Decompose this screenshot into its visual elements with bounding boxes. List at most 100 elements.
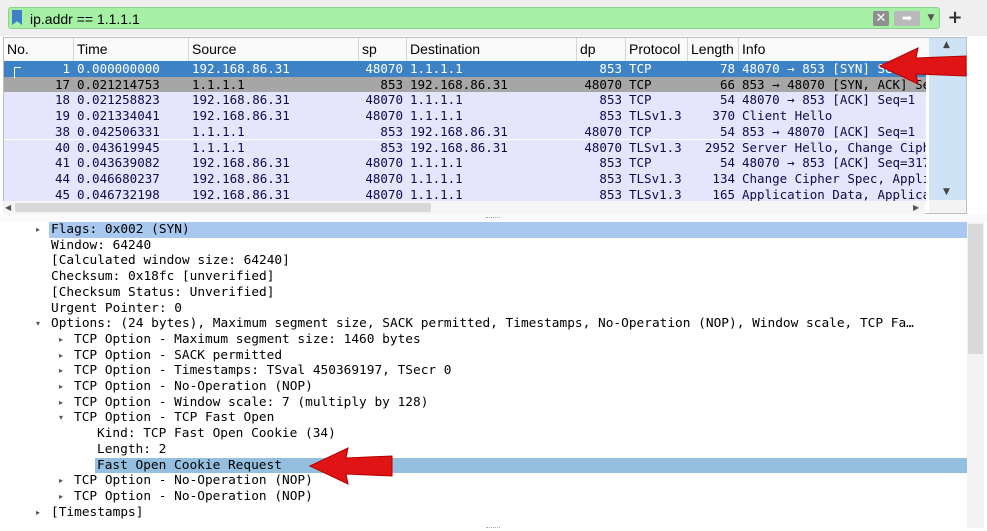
collapsed-chevron-icon[interactable]: ▸ (56, 379, 66, 395)
display-filter-text[interactable]: ip.addr == 1.1.1.1 (30, 10, 140, 28)
packet-row[interactable]: 45 0.046732198 192.168.86.31 48070 1.1.1.1 85… (4, 186, 926, 203)
cell-dp: 853 (599, 186, 622, 202)
tree-item[interactable]: Fast Open Cookie Request (3, 457, 967, 474)
cell-no: 19 (54, 108, 70, 124)
apply-filter-button[interactable]: ➡ (894, 11, 920, 26)
collapsed-chevron-icon[interactable]: ▸ (56, 348, 66, 364)
packet-row[interactable]: 38 0.042506331 1.1.1.1 853 192.168.86.31 4807… (4, 123, 926, 140)
tree-item[interactable]: [Calculated window size: 64240] (3, 253, 967, 269)
tree-item[interactable]: ▸ TCP Option - Timestamps: TSval 45036919… (3, 363, 967, 379)
cell-no: 40 (54, 139, 70, 155)
details-vertical-scrollbar[interactable] (967, 222, 984, 528)
tree-item[interactable]: ▸ TCP Option - SACK permitted (3, 348, 967, 364)
expanded-chevron-icon[interactable]: ▾ (33, 316, 43, 332)
packet-row[interactable]: 19 0.021334041 192.168.86.31 48070 1.1.1.1 85… (4, 108, 926, 124)
column-header-dp[interactable]: dp (577, 38, 626, 61)
cell-info: Change Cipher Spec, Application (742, 170, 926, 186)
cell-time: 0.000000000 (77, 61, 160, 76)
scrollbar-thumb[interactable] (968, 224, 983, 354)
tree-item-label: Kind: TCP Fast Open Cookie (34) (97, 426, 336, 442)
tree-item-label: TCP Option - No-Operation (NOP) (74, 488, 313, 504)
cell-destination: 192.168.86.31 (410, 76, 508, 92)
tree-item-label: Flags: 0x002 (SYN) (51, 222, 190, 237)
collapsed-chevron-icon[interactable]: ▸ (56, 489, 66, 505)
cell-destination: 1.1.1.1 (410, 61, 463, 76)
tree-item[interactable]: [Checksum Status: Unverified] (3, 285, 967, 301)
collapsed-chevron-icon[interactable]: ▸ (56, 332, 66, 348)
collapsed-chevron-icon[interactable]: ▸ (56, 363, 66, 379)
collapsed-chevron-icon[interactable]: ▸ (33, 505, 43, 521)
tree-item[interactable]: ▸ TCP Option - Window scale: 7 (multiply … (3, 395, 967, 411)
column-header-no[interactable]: No. (4, 38, 74, 61)
expanded-chevron-icon[interactable]: ▾ (56, 410, 66, 426)
packet-row[interactable]: 1 0.000000000 192.168.86.31 48070 1.1.1.1 853… (4, 61, 926, 77)
tree-item-label: TCP Option - SACK permitted (74, 347, 283, 363)
cell-time: 0.021334041 (77, 108, 160, 124)
tree-item[interactable]: Length: 2 (3, 442, 967, 458)
column-header-protocol[interactable]: Protocol (626, 38, 688, 61)
cell-source: 1.1.1.1 (192, 76, 245, 92)
tree-item[interactable]: ▾ Options: (24 bytes), Maximum segment si… (3, 316, 967, 332)
tree-item[interactable]: ▾ TCP Option - TCP Fast Open (3, 410, 967, 426)
cell-source: 1.1.1.1 (192, 139, 245, 155)
packet-row[interactable]: 41 0.043639082 192.168.86.31 48070 1.1.1.1 85… (4, 155, 926, 171)
pane-splitter[interactable] (0, 214, 987, 222)
tree-item-label: Checksum: 0x18fc [unverified] (51, 269, 275, 285)
tree-item-label: Window: 64240 (51, 237, 152, 253)
clear-filter-button[interactable]: ✕ (873, 11, 889, 26)
column-header-source[interactable]: Source (189, 38, 359, 61)
tree-item[interactable]: ▸ [Timestamps] (3, 505, 967, 521)
splitter-grip[interactable] (486, 217, 500, 220)
cell-sp: 48070 (365, 108, 403, 124)
tree-item[interactable]: Checksum: 0x18fc [unverified] (3, 269, 967, 285)
column-header-sp[interactable]: sp (359, 38, 407, 61)
collapsed-chevron-icon[interactable]: ▸ (56, 395, 66, 411)
add-filter-button[interactable]: + (946, 7, 964, 29)
tree-item[interactable]: ▸ TCP Option - No-Operation (NOP) (3, 473, 967, 489)
cell-length: 165 (712, 186, 735, 202)
cell-dp: 853 (599, 92, 622, 108)
display-filter-input[interactable] (8, 7, 940, 29)
cell-time: 0.021258823 (77, 92, 160, 108)
cell-source: 1.1.1.1 (192, 123, 245, 139)
scroll-right-icon[interactable]: ▶ (913, 201, 919, 214)
tree-item-label: [Timestamps] (51, 504, 144, 520)
cell-sp: 48070 (365, 61, 403, 76)
column-header-destination[interactable]: Destination (407, 38, 577, 61)
splitter-grip[interactable] (486, 527, 500, 530)
cell-time: 0.043619945 (77, 139, 160, 155)
packet-row[interactable]: 18 0.021258823 192.168.86.31 48070 1.1.1.1 85… (4, 92, 926, 109)
tree-item-label: TCP Option - Maximum segment size: 1460 … (74, 331, 421, 347)
packet-row[interactable]: 44 0.046680237 192.168.86.31 48070 1.1.1.1 85… (4, 170, 926, 187)
chevron-down-icon[interactable]: ▼ (925, 11, 937, 26)
column-header-time[interactable]: Time (74, 38, 189, 61)
collapsed-chevron-icon[interactable]: ▸ (56, 473, 66, 489)
column-header-length[interactable]: Length (688, 38, 739, 61)
cell-length: 2952 (704, 139, 735, 155)
scroll-left-icon[interactable]: ◀ (5, 201, 11, 214)
tree-item-label: TCP Option - TCP Fast Open (74, 410, 275, 426)
tree-item[interactable]: Kind: TCP Fast Open Cookie (34) (3, 426, 967, 442)
cell-info: Client Hello (742, 108, 833, 124)
packet-row[interactable]: 17 0.021214753 1.1.1.1 853 192.168.86.31 4807… (4, 76, 926, 93)
cell-destination: 192.168.86.31 (410, 123, 508, 139)
tree-item-label: TCP Option - Window scale: 7 (multiply b… (74, 394, 429, 410)
cell-protocol: TLSv1.3 (629, 186, 682, 202)
tree-item[interactable]: ▸ TCP Option - No-Operation (NOP) (3, 489, 967, 505)
cell-info: Server Hello, Change Cipher (742, 139, 926, 155)
tree-item[interactable]: Window: 64240 (3, 238, 967, 254)
tree-item[interactable]: ▸ TCP Option - Maximum segment size: 1460… (3, 332, 967, 348)
cell-length: 54 (719, 92, 735, 108)
annotation-arrow-icon (878, 47, 967, 85)
cell-info: 853 → 48070 [ACK] Seq=1 (742, 123, 916, 139)
cell-destination: 1.1.1.1 (410, 108, 463, 124)
packet-row[interactable]: 40 0.043619945 1.1.1.1 853 192.168.86.31 4807… (4, 139, 926, 156)
tree-item[interactable]: Urgent Pointer: 0 (3, 301, 967, 317)
collapsed-chevron-icon[interactable]: ▸ (33, 222, 43, 238)
scroll-down-icon[interactable]: ▼ (943, 187, 950, 197)
tree-item[interactable]: ▸ TCP Option - No-Operation (NOP) (3, 379, 967, 395)
scrollbar-thumb[interactable] (15, 203, 431, 212)
tree-item[interactable]: ▸ Flags: 0x002 (SYN) (3, 222, 967, 238)
packet-list-horizontal-scrollbar[interactable]: ◀ ▶ (3, 201, 925, 214)
cell-length: 66 (719, 76, 735, 92)
